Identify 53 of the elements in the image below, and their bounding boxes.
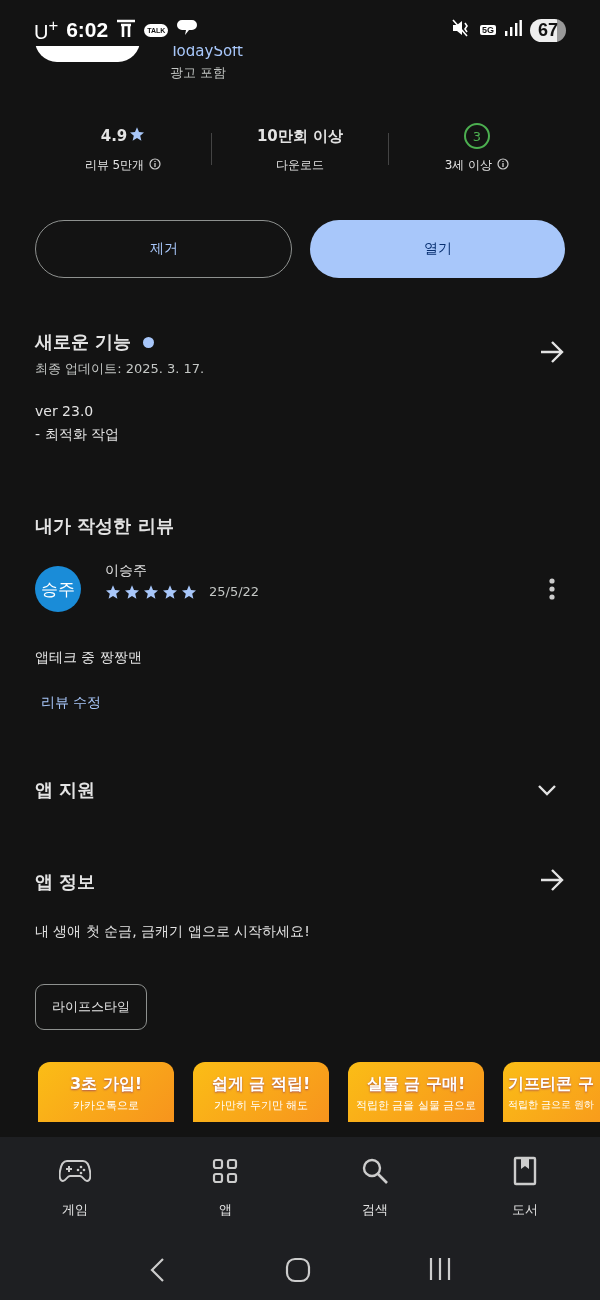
stat-label: 다운로드 [276,157,324,174]
nav-tab[interactable]: 앱 [218,1201,232,1219]
more-icon[interactable] [549,578,555,600]
ads-note: 광고 포함 [170,64,228,82]
open-button[interactable]: 열기 [310,220,565,278]
screenshot-title: 쉽게 금 적립! [211,1074,311,1095]
screenshot-title: 기프티콘 구 [508,1074,594,1095]
home-icon[interactable] [285,1257,311,1283]
battery-indicator: 67 [529,18,566,42]
chevron-down-icon[interactable] [537,783,557,796]
signal-icon [503,20,522,36]
app-description: 내 생애 첫 순금, 금캐기 앱으로 시작하세요! [35,922,311,941]
gamepad-icon[interactable] [59,1158,91,1184]
section-title: 새로운 기능 [35,330,132,354]
screenshot-caption: 적립한 금으로 원하 [508,1098,595,1112]
search-icon[interactable] [361,1157,389,1185]
download-count: 10만회 이상 [256,126,344,146]
section-title: 앱 지원 [35,778,96,802]
arrow-icon[interactable] [539,340,565,364]
update-date: 최종 업데이트: 2025. 3. 17. [35,360,205,378]
recents-icon[interactable] [427,1257,452,1281]
screenshot-caption: 가만히 두기만 해도 [213,1098,309,1113]
section-title: 앱 정보 [35,870,96,894]
category-chip[interactable]: 라이프스타일 [35,984,147,1030]
review-text: 앱테크 중 짱짱맨 [35,648,143,667]
edit-review-link[interactable]: 리뷰 수정 [41,694,102,712]
user-avatar: 승주 [35,566,81,612]
nav-tab[interactable]: 게임 [62,1201,88,1219]
info-icon[interactable] [497,158,510,170]
stat-label: 3세 이상 [444,157,493,174]
t-logo-icon [116,18,137,38]
rating-value: 4.9 [100,127,128,145]
screenshot-title: 실물 금 구매! [366,1074,466,1095]
star-icon [129,126,146,142]
info-icon[interactable] [149,158,162,170]
reviewer-name: 이승주 [105,560,148,580]
book-icon[interactable] [513,1156,537,1186]
network-badge: 5G [479,25,496,35]
arrow-icon[interactable] [539,868,565,892]
stat-label: 리뷰 5만개 [84,157,145,174]
nav-tab[interactable]: 도서 [512,1201,538,1219]
nav-tab[interactable]: 검색 [362,1201,388,1219]
release-note: ver 23.0 [35,402,95,421]
section-title: 내가 작성한 리뷰 [35,514,175,538]
review-date: 25/5/22 [209,584,260,599]
screenshot-caption: 카카오톡으로 [73,1098,139,1113]
age-rating-badge: 3 [464,123,490,149]
grid-icon[interactable] [212,1158,238,1184]
carrier-label: U$^{+}$ [34,16,59,44]
screenshot-caption: 적립한 금을 실물 금으로 [355,1098,477,1113]
release-note: - 최적화 작업 [35,425,120,444]
clock: 6:02 [66,18,109,42]
screenshot-title: 3초 가입! [70,1074,142,1095]
